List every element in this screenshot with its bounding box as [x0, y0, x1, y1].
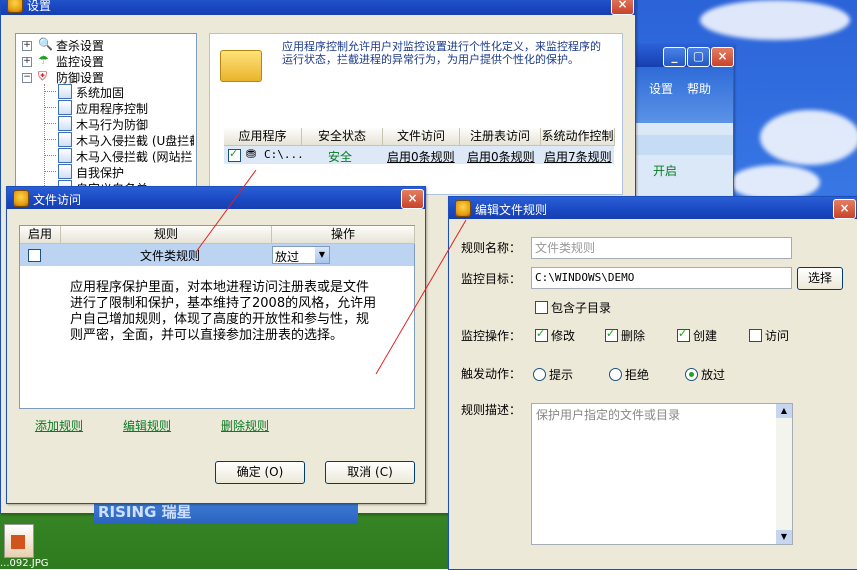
annotation-lines [195, 169, 467, 375]
